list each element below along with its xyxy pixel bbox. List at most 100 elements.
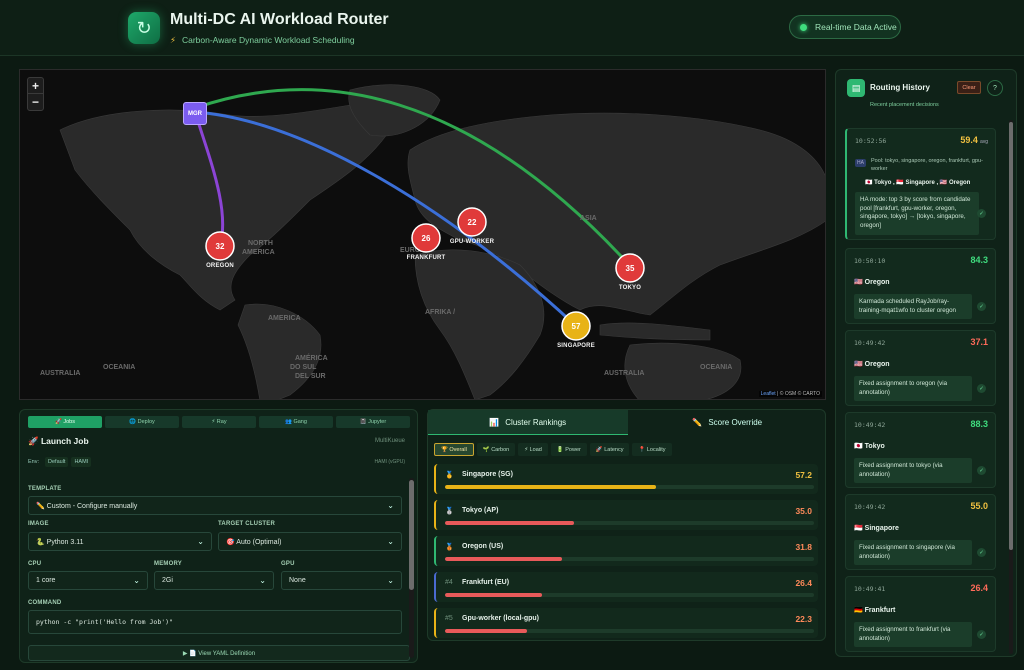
history-time: 10:52:56	[855, 137, 887, 145]
history-time: 10:49:42	[854, 421, 886, 429]
image-value: 🐍 Python 3.11	[36, 538, 84, 546]
zoom-out-button[interactable]: −	[28, 94, 43, 110]
history-card[interactable]: 10:49:42 55.0 🇸🇬 Singapore Fixed assignm…	[845, 494, 996, 570]
ranking-score-bar	[445, 593, 814, 597]
history-score: 37.1	[970, 337, 988, 347]
filter-load[interactable]: ⚡ Load	[518, 443, 548, 456]
ranking-score-bar	[445, 485, 814, 489]
land-masses	[59, 84, 825, 399]
multikueue-label: MultiKueue	[374, 438, 405, 444]
ranking-score: 22.3	[795, 614, 812, 624]
help-button[interactable]: ?	[987, 80, 1003, 96]
history-score: 55.0	[970, 501, 988, 511]
filter-power[interactable]: 🔋 Power	[550, 443, 587, 456]
region-label-afrika: AFRIKA /	[425, 309, 455, 316]
history-datacenter: 🇺🇸 Oregon	[854, 361, 890, 368]
history-score-value: 59.4	[960, 135, 978, 145]
ranking-score-bar-fill	[445, 557, 563, 561]
history-score-avg: avg	[979, 139, 988, 145]
history-scrollbar[interactable]	[1009, 120, 1013, 654]
history-card[interactable]: 10:49:42 88.3 🇯🇵 Tokyo Fixed assignment …	[845, 412, 996, 488]
gpu-select[interactable]: None ⌄	[281, 571, 402, 590]
template-select[interactable]: ✏️ Custom - Configure manually ⌄	[28, 496, 402, 515]
tab-cluster-rankings[interactable]: 📊 Cluster Rankings	[428, 410, 628, 435]
history-message: Fixed assignment to frankfurt (via annot…	[854, 622, 972, 648]
ranking-row[interactable]: 🥉 Oregon (US) 31.8	[434, 536, 818, 566]
target-cluster-select[interactable]: 🎯 Auto (Optimal) ⌄	[218, 532, 402, 551]
history-score: 59.4 avg	[960, 135, 988, 145]
region-label-del-sur: DEL SUR	[295, 373, 326, 380]
ranking-row[interactable]: 🥈 Tokyo (AP) 35.0	[434, 500, 818, 530]
history-card[interactable]: 10:49:41 26.4 🇩🇪 Frankfurt Fixed assignm…	[845, 576, 996, 652]
command-label: COMMAND	[28, 600, 62, 606]
zoom-in-button[interactable]: +	[28, 78, 43, 94]
history-message: HA mode: top 3 by score from candidate p…	[855, 192, 979, 235]
ranking-score: 35.0	[795, 506, 812, 516]
image-label: IMAGE	[28, 521, 49, 527]
ranking-row[interactable]: #5 Gpu-worker (local-gpu) 22.3	[434, 608, 818, 638]
check-icon: ✓	[977, 548, 986, 557]
ranking-row[interactable]: 🥇 Singapore (SG) 57.2	[434, 464, 818, 494]
region-label-oceania-east: OCEANIA	[700, 364, 732, 371]
history-message: Fixed assignment to singapore (via annot…	[854, 540, 972, 566]
routing-history-panel: ▤ Routing History Clear ? Recent placeme…	[835, 69, 1017, 657]
region-label-asia: ASIA	[580, 215, 597, 222]
history-card[interactable]: 10:49:42 37.1 🇺🇸 Oregon Fixed assignment…	[845, 330, 996, 406]
env-hami-chip[interactable]: HAMI	[71, 457, 92, 467]
cluster-marker-label: GPU-WORKER	[449, 239, 495, 245]
ranking-score-bar-fill	[445, 485, 657, 489]
filter-locality[interactable]: 📍 Locality	[632, 443, 672, 456]
view-yaml-button[interactable]: ▶ 📄 View YAML Definition	[28, 645, 410, 661]
scrollbar-thumb[interactable]	[1009, 122, 1013, 550]
status-dot-icon	[800, 23, 807, 31]
filter-overall[interactable]: 🏆 Overall	[434, 443, 474, 456]
chart-icon: 📊	[489, 417, 500, 427]
history-message: Fixed assignment to oregon (via annotati…	[854, 376, 972, 402]
zoom-control: + −	[27, 77, 44, 111]
leaflet-link[interactable]: Leaflet	[761, 391, 776, 397]
image-select[interactable]: 🐍 Python 3.11 ⌄	[28, 532, 212, 551]
region-label-america-central: AMERICA	[268, 315, 301, 322]
region-label-australia-west: AUSTRALIA	[40, 370, 80, 377]
cpu-select[interactable]: 1 core ⌄	[28, 571, 148, 590]
region-label-north: NORTH	[248, 240, 273, 247]
tab-score-override-label: Score Override	[708, 418, 763, 427]
ranking-row[interactable]: #4 Frankfurt (EU) 26.4	[434, 572, 818, 602]
cluster-rankings-panel: 📊 Cluster Rankings ✏️ Score Override 🏆 Ove…	[427, 409, 826, 641]
tab-ray[interactable]: ⚡ Ray	[182, 416, 256, 428]
job-panel-scrollbar[interactable]	[409, 478, 414, 658]
history-score: 84.3	[970, 255, 988, 265]
tab-jobs[interactable]: 🚀 Jobs	[28, 416, 102, 428]
chevron-down-icon: ⌄	[387, 576, 394, 585]
tab-deploy[interactable]: 🌐 Deploy	[105, 416, 179, 428]
manager-node[interactable]: MGR	[183, 102, 207, 125]
ranking-score-bar	[445, 557, 814, 561]
ranking-rank: #5	[445, 615, 453, 622]
north-america-shape	[59, 99, 391, 311]
scrollbar-thumb[interactable]	[409, 480, 414, 590]
env-default-chip[interactable]: Default	[45, 457, 69, 467]
target-cluster-label: TARGET CLUSTER	[218, 521, 276, 527]
ha-badge: HA	[855, 159, 866, 167]
history-time: 10:49:42	[854, 503, 886, 511]
ranking-rank: #4	[445, 579, 453, 586]
ranking-score-bar	[445, 629, 814, 633]
history-card[interactable]: 10:50:10 84.3 🇺🇸 Oregon Karmada schedule…	[845, 248, 996, 324]
job-launch-panel: 🚀 Jobs 🌐 Deploy ⚡ Ray 👥 Gang 📓 Jupyter 🚀…	[19, 409, 418, 663]
history-card-ha[interactable]: 10:52:56 59.4 avg HA Pool: tokyo, singapo…	[845, 128, 996, 240]
ranking-cluster-name: Oregon (US)	[462, 543, 504, 550]
filter-latency[interactable]: 🚀 Latency	[589, 443, 630, 456]
filter-carbon[interactable]: 🌱 Carbon	[476, 443, 516, 456]
ranking-score: 57.2	[795, 470, 812, 480]
tab-score-override[interactable]: ✏️ Score Override	[628, 410, 828, 435]
tab-jupyter[interactable]: 📓 Jupyter	[336, 416, 410, 428]
command-input[interactable]: python -c "print('Hello from Job')"	[28, 610, 402, 634]
launch-job-title: 🚀 Launch Job	[28, 436, 89, 447]
memory-select[interactable]: 2Gi ⌄	[154, 571, 274, 590]
history-datacenter: 🇺🇸 Oregon	[854, 279, 890, 286]
realtime-status-badge: Real-time Data Active	[789, 15, 901, 39]
clear-history-button[interactable]: Clear	[957, 81, 981, 94]
tab-gang[interactable]: 👥 Gang	[259, 416, 333, 428]
world-map[interactable]: + − NORTH AMERICA AMERICA AMÉRICA DO SUL…	[19, 69, 826, 400]
routing-history-title: Routing History	[870, 83, 930, 92]
